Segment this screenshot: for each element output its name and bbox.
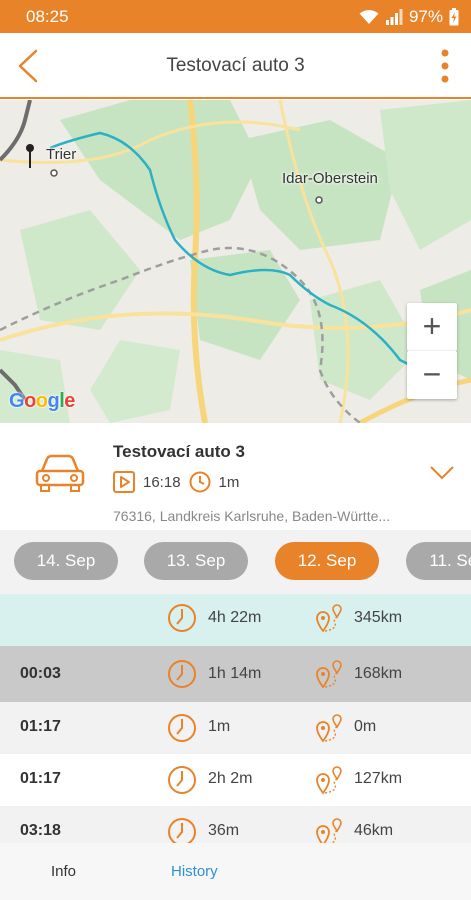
history-row-duration: 2h 2m — [208, 770, 253, 787]
route-distance-icon — [316, 660, 342, 689]
vehicle-duration: 1m — [218, 473, 240, 491]
date-pill-13-sep[interactable]: 13. Sep — [144, 542, 248, 580]
overflow-menu-icon[interactable] — [437, 47, 453, 85]
google-logo: Google — [9, 390, 75, 412]
status-time: 08:25 — [26, 7, 69, 26]
zoom-out-button[interactable]: − — [407, 351, 457, 399]
history-row-distance: 127km — [354, 770, 403, 787]
vehicle-name: Testovací auto 3 — [113, 442, 245, 461]
tab-info[interactable]: Info — [51, 863, 76, 880]
vehicle-card[interactable]: Testovací auto 3 16:18 1m 76316, Landkre… — [0, 423, 471, 530]
page-title: Testovací auto 3 — [166, 55, 305, 76]
map-label-trier: Trier — [46, 146, 77, 163]
clock-icon — [168, 660, 196, 688]
route-distance-icon — [316, 604, 342, 633]
route-distance-icon — [316, 766, 342, 795]
history-row-duration: 1m — [208, 718, 231, 735]
signal-icon — [385, 9, 403, 25]
chevron-down-icon[interactable] — [429, 465, 455, 481]
summary-distance: 345km — [354, 609, 403, 626]
vehicle-time: 16:18 — [143, 473, 181, 491]
history-row-distance: 46km — [354, 822, 394, 839]
history-row-time: 00:03 — [20, 665, 61, 682]
map-view[interactable]: Trier Idar-Oberstein + − Google — [0, 100, 471, 423]
history-row[interactable]: 00:03 1h 14m 168km — [0, 646, 471, 702]
clock-icon — [168, 604, 196, 632]
play-icon[interactable] — [113, 471, 135, 493]
battery-charging-icon — [449, 8, 459, 26]
history-row-duration: 1h 14m — [208, 665, 262, 682]
history-row-time: 01:17 — [20, 770, 61, 787]
vehicle-address: 76316, Landkreis Karlsruhe, Baden-Württe… — [113, 508, 391, 524]
history-row-distance: 168km — [354, 665, 403, 682]
zoom-in-button[interactable]: + — [407, 303, 457, 351]
date-pill-11-sep[interactable]: 11. Sep — [406, 542, 471, 580]
battery-percent: 97% — [408, 7, 443, 26]
status-bar: 08:25 97% — [0, 0, 471, 33]
clock-icon — [168, 766, 196, 794]
history-row[interactable]: 01:17 1m 0m — [0, 702, 471, 754]
date-selector[interactable]: 14. Sep 13. Sep 12. Sep 11. Sep — [0, 530, 471, 594]
history-row[interactable]: 01:17 2h 2m 127km — [0, 754, 471, 806]
history-row-time: 03:18 — [20, 822, 61, 839]
date-pill-14-sep[interactable]: 14. Sep — [14, 542, 118, 580]
app-bar: Testovací auto 3 — [0, 33, 471, 99]
summary-duration: 4h 22m — [208, 609, 262, 626]
clock-icon — [189, 471, 211, 493]
route-distance-icon — [316, 714, 342, 743]
wifi-icon — [359, 10, 379, 24]
history-row-distance: 0m — [354, 718, 377, 735]
history-summary-row: 4h 22m 345km — [0, 594, 471, 646]
history-row-duration: 36m — [208, 822, 240, 839]
map-label-idar-oberstein: Idar-Oberstein — [282, 170, 378, 187]
date-pill-12-sep[interactable]: 12. Sep — [275, 542, 379, 580]
bottom-tab-bar: Info History — [0, 843, 471, 900]
car-icon — [35, 454, 85, 492]
history-row-time: 01:17 — [20, 718, 61, 735]
clock-icon — [168, 714, 196, 742]
tab-history[interactable]: History — [171, 863, 218, 880]
